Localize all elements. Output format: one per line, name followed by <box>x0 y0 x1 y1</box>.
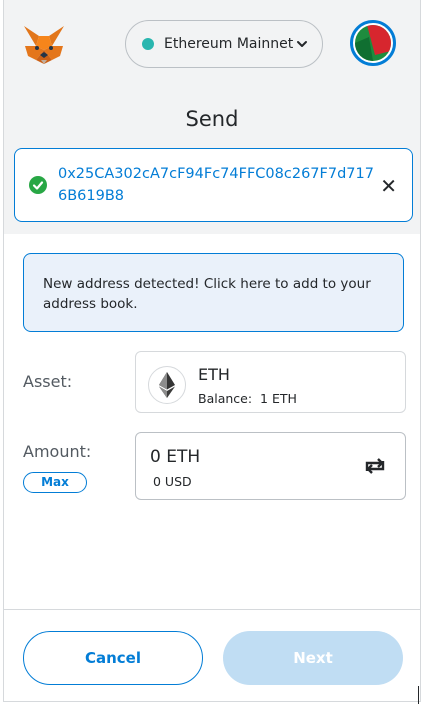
footer-divider <box>4 609 420 610</box>
page-title: Send <box>185 107 239 131</box>
check-circle-icon <box>29 176 47 194</box>
asset-balance: Balance: 1 ETH <box>198 391 297 406</box>
send-header: Ethereum Mainnet Send 0x25CA302cA7cF94Fc… <box>4 0 420 234</box>
balance-label: Balance: <box>198 391 253 406</box>
amount-fiat-value: 0 USD <box>153 474 192 489</box>
send-screen: Ethereum Mainnet Send 0x25CA302cA7cF94Fc… <box>3 0 421 702</box>
asset-label: Asset: <box>23 372 73 391</box>
recipient-address-field[interactable]: 0x25CA302cA7cF94Fc74FFC08c267F7d7176B619… <box>14 148 413 222</box>
max-button[interactable]: Max <box>23 472 87 493</box>
cancel-button[interactable]: Cancel <box>23 631 203 685</box>
recipient-address: 0x25CA302cA7cF94Fc74FFC08c267F7d7176B619… <box>58 166 374 204</box>
close-icon[interactable]: ✕ <box>380 174 397 198</box>
account-avatar[interactable] <box>350 20 396 66</box>
chevron-down-icon <box>297 41 307 47</box>
asset-symbol: ETH <box>198 365 230 384</box>
ethereum-icon <box>148 366 186 404</box>
network-status-dot <box>142 38 154 50</box>
amount-value: 0 ETH <box>150 447 201 467</box>
balance-value: 1 ETH <box>260 391 297 406</box>
asset-selector[interactable]: ETH Balance: 1 ETH <box>135 351 406 413</box>
metamask-fox-icon[interactable] <box>22 24 66 66</box>
swap-currency-icon[interactable] <box>363 456 387 476</box>
next-button[interactable]: Next <box>223 631 403 685</box>
account-avatar-icon <box>355 25 391 61</box>
add-to-address-book-notice[interactable]: New address detected! Click here to add … <box>23 253 404 332</box>
network-label: Ethereum Mainnet <box>164 36 294 52</box>
network-selector[interactable]: Ethereum Mainnet <box>125 20 323 68</box>
amount-input[interactable]: 0 ETH 0 USD <box>135 432 406 500</box>
text-cursor <box>418 686 419 704</box>
amount-label: Amount: <box>23 442 92 461</box>
